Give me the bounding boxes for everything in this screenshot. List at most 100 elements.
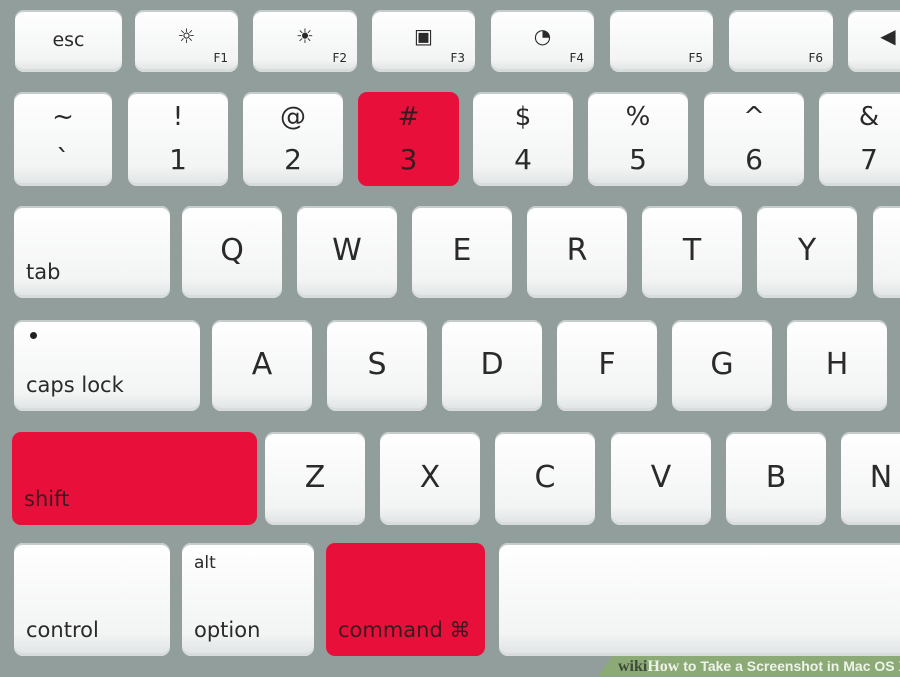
key-label: 6 <box>745 143 763 176</box>
key-7[interactable]: & 7 <box>819 92 900 186</box>
key-shift-label: ~ <box>52 102 74 132</box>
key-6[interactable]: ^ 6 <box>704 92 804 186</box>
fn-label: F6 <box>808 51 823 65</box>
key-blank[interactable]: ◀ <box>848 10 900 72</box>
key-caps-lock[interactable]: caps lock <box>14 320 200 411</box>
caps-lock-indicator-icon <box>30 332 37 339</box>
key-label: D <box>480 346 504 382</box>
brightness-down-icon: ☼ <box>177 24 196 48</box>
key-t[interactable]: T <box>642 206 742 298</box>
key-label: option <box>194 618 261 642</box>
key-y[interactable]: Y <box>757 206 857 298</box>
fn-label: F1 <box>213 51 228 65</box>
key-shift-label: & <box>858 102 880 132</box>
key-label: 3 <box>399 143 418 176</box>
key-label: control <box>26 618 99 642</box>
key-label: shift <box>24 487 70 511</box>
key-q[interactable]: Q <box>182 206 282 298</box>
key-n[interactable]: N <box>841 432 900 525</box>
key-a[interactable]: A <box>212 320 312 411</box>
key-x[interactable]: X <box>380 432 480 525</box>
key-label: V <box>650 459 672 495</box>
key-3[interactable]: #3 <box>358 92 459 186</box>
key-g[interactable]: G <box>672 320 772 411</box>
key-f3[interactable]: ▣ F3 <box>372 10 475 72</box>
key-1[interactable]: ! 1 <box>128 92 228 186</box>
mission-control-icon: ▣ <box>414 24 433 48</box>
key-command[interactable]: command ⌘ <box>326 543 485 656</box>
key-f1[interactable]: ☼ F1 <box>135 10 238 72</box>
key-shift-label: $ <box>514 102 532 132</box>
brand-how: How <box>647 658 680 675</box>
key-shift-label: % <box>625 102 651 132</box>
key-f5[interactable]: F5 <box>610 10 713 72</box>
brand-wiki: wiki <box>618 658 648 675</box>
key-label: B <box>765 459 787 495</box>
key-label: H <box>825 346 849 382</box>
key-control[interactable]: control <box>14 543 170 656</box>
key-label: 2 <box>284 143 302 176</box>
key-alt-label: alt <box>194 553 216 573</box>
banner-title: to Take a Screenshot in Mac OS X <box>679 658 900 674</box>
key-5[interactable]: % 5 <box>588 92 688 186</box>
key-label: esc <box>52 28 85 51</box>
key-label: W <box>332 232 362 268</box>
key-label: 1 <box>169 143 187 176</box>
key-shift[interactable]: shift <box>12 432 257 525</box>
key-label: X <box>419 459 441 495</box>
key-label: A <box>251 346 273 382</box>
key-2[interactable]: @2 <box>243 92 343 186</box>
key-w[interactable]: W <box>297 206 397 298</box>
key-r[interactable]: R <box>527 206 627 298</box>
key-shift-label: ! <box>172 102 184 132</box>
key-f4[interactable]: ◔ F4 <box>491 10 594 72</box>
key-shift-label: # <box>397 102 420 132</box>
key-label: S <box>367 346 387 382</box>
fn-label: F4 <box>569 51 584 65</box>
wikihow-banner: wikiHow to Take a Screenshot in Mac OS X <box>598 656 900 676</box>
key-4[interactable]: $4 <box>473 92 573 186</box>
key-label: N <box>869 459 893 495</box>
key-label: Q <box>220 232 244 268</box>
dashboard-icon: ◔ <box>533 24 552 48</box>
key-label: F <box>598 346 616 382</box>
key-shift-label: ^ <box>743 102 765 132</box>
key-f2[interactable]: ☀ F2 <box>253 10 357 72</box>
key-v[interactable]: V <box>611 432 711 525</box>
key-label: 4 <box>514 143 532 176</box>
rewind-icon: ◀ <box>880 24 896 48</box>
key-symbol-8[interactable]: ~ ` <box>14 92 112 186</box>
key-e[interactable]: E <box>412 206 512 298</box>
key-label: C <box>534 459 556 495</box>
key-label: 5 <box>629 143 647 176</box>
key-tab[interactable]: tab <box>14 206 170 298</box>
key-shift-label: @ <box>280 102 306 132</box>
fn-label: F2 <box>332 51 347 65</box>
key-c[interactable]: C <box>495 432 595 525</box>
key-f[interactable]: F <box>557 320 657 411</box>
key-label: Z <box>304 459 326 495</box>
key-label: caps lock <box>26 373 124 397</box>
key-label: command ⌘ <box>338 618 471 642</box>
key-f6[interactable]: F6 <box>729 10 833 72</box>
key-label: 7 <box>860 143 878 176</box>
key-label: ` <box>56 143 70 176</box>
key-z[interactable]: Z <box>265 432 365 525</box>
key-option[interactable]: option alt <box>182 543 314 656</box>
key-h[interactable]: H <box>787 320 887 411</box>
key-esc[interactable]: esc <box>15 10 122 72</box>
key-d[interactable]: D <box>442 320 542 411</box>
key-label: T <box>682 232 702 268</box>
key-label: Y <box>797 232 817 268</box>
key-label: R <box>566 232 588 268</box>
key-s[interactable]: S <box>327 320 427 411</box>
key-b[interactable]: B <box>726 432 826 525</box>
brightness-up-icon: ☀ <box>296 24 314 48</box>
key-label: G <box>710 346 734 382</box>
key-label: E <box>452 232 472 268</box>
key-label: tab <box>26 260 61 284</box>
key-blank[interactable] <box>499 543 900 656</box>
fn-label: F5 <box>688 51 703 65</box>
key-blank[interactable] <box>873 206 900 298</box>
fn-label: F3 <box>450 51 465 65</box>
